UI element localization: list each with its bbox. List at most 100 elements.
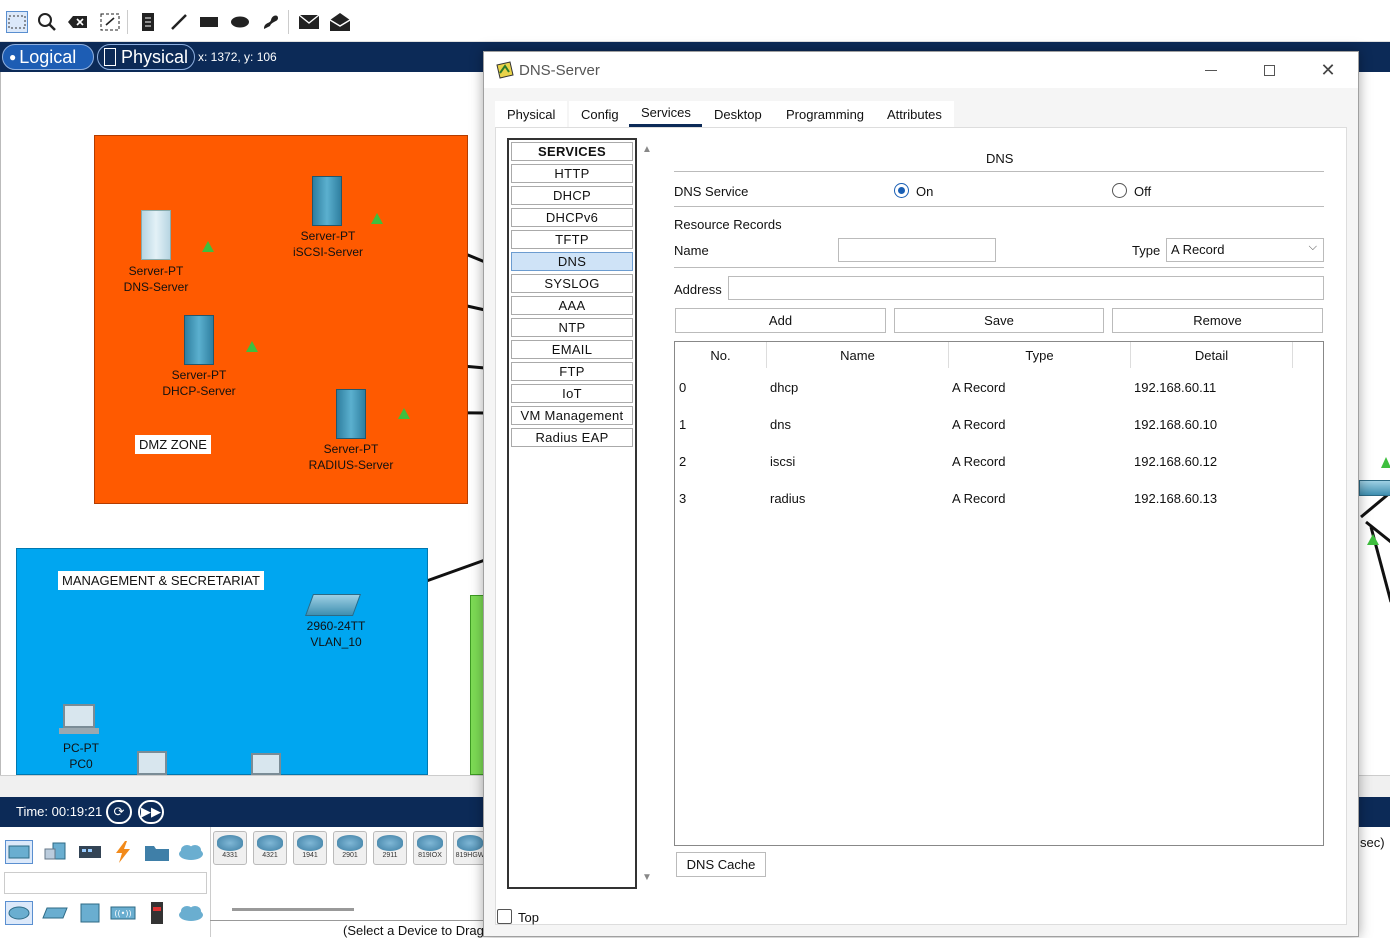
resize-icon[interactable] — [99, 11, 121, 33]
router-tile[interactable]: 2911 — [373, 831, 407, 865]
name-input[interactable] — [838, 238, 996, 262]
scroll-down-icon[interactable]: ▼ — [642, 872, 652, 883]
save-button[interactable]: Save — [894, 308, 1104, 333]
switch-icon[interactable] — [304, 594, 362, 616]
dns-service-on-radio[interactable] — [894, 183, 909, 198]
wireless-devices-icon[interactable]: ((•)) — [109, 901, 137, 925]
service-item-aaa[interactable]: AAA — [511, 296, 633, 315]
column-no[interactable]: No. — [675, 342, 767, 368]
router-model-label: 819IOX — [418, 852, 442, 859]
note-icon[interactable] — [137, 11, 159, 33]
router-tile[interactable]: 819HGW — [453, 831, 487, 865]
draw-line-icon[interactable] — [168, 11, 190, 33]
miscellaneous-icon[interactable] — [143, 840, 171, 864]
tab-services[interactable]: Services — [629, 101, 703, 127]
hubs-icon[interactable] — [76, 901, 104, 925]
switch-type: 2960-24TT — [306, 619, 366, 633]
pc-type: PC-PT — [63, 741, 99, 755]
service-item-iot[interactable]: IoT — [511, 384, 633, 403]
table-row[interactable]: 2 iscsi A Record 192.168.60.12 — [675, 452, 1323, 472]
power-cycle-button[interactable]: ⟳ — [106, 800, 132, 824]
cell-no: 3 — [679, 491, 687, 506]
router-icon — [297, 835, 323, 851]
column-type[interactable]: Type — [949, 342, 1131, 368]
complex-pdu-icon[interactable] — [329, 11, 351, 33]
router-tile[interactable]: 819IOX — [413, 831, 447, 865]
table-row[interactable]: 1 dns A Record 192.168.60.10 — [675, 415, 1323, 435]
cell-type: A Record — [952, 491, 1006, 506]
service-item-dns[interactable]: DNS — [511, 252, 633, 271]
services-scrollbar[interactable]: ▲ ▼ — [638, 138, 656, 889]
service-item-syslog[interactable]: SYSLOG — [511, 274, 633, 293]
switches-icon[interactable] — [41, 901, 69, 925]
routers-icon[interactable] — [5, 901, 33, 925]
close-button[interactable]: ✕ — [1308, 58, 1348, 82]
pc1-icon[interactable] — [137, 751, 167, 775]
components-icon[interactable] — [76, 840, 104, 864]
service-item-vm-management[interactable]: VM Management — [511, 406, 633, 425]
remove-button[interactable]: Remove — [1112, 308, 1323, 333]
service-item-ftp[interactable]: FTP — [511, 362, 633, 381]
delete-icon[interactable] — [67, 11, 89, 33]
cell-name: iscsi — [770, 454, 796, 469]
tab-desktop[interactable]: Desktop — [702, 101, 774, 127]
router-model-label: 2911 — [382, 852, 398, 859]
tab-physical[interactable]: Physical — [495, 101, 568, 127]
scroll-up-icon[interactable]: ▲ — [642, 144, 652, 155]
minimize-icon — [1205, 69, 1217, 71]
draw-ellipse-icon[interactable] — [229, 11, 251, 33]
window-titlebar[interactable]: DNS-Server ✕ — [484, 52, 1358, 88]
device-search-field[interactable] — [4, 872, 207, 894]
zoom-icon[interactable] — [36, 11, 58, 33]
table-row[interactable]: 3 radius A Record 192.168.60.13 — [675, 489, 1323, 509]
router-tile[interactable]: 4331 — [213, 831, 247, 865]
select-icon[interactable] — [6, 11, 28, 33]
multiuser-icon[interactable] — [177, 840, 205, 864]
freeform-icon[interactable] — [260, 11, 282, 33]
service-item-dhcpv6[interactable]: DHCPv6 — [511, 208, 633, 227]
simple-pdu-icon[interactable] — [298, 11, 320, 33]
connections-icon[interactable] — [109, 840, 137, 864]
dns-cache-button[interactable]: DNS Cache — [676, 852, 766, 877]
router-tile[interactable]: 2901 — [333, 831, 367, 865]
type-select[interactable]: A Record ⌵ — [1166, 238, 1324, 262]
column-detail[interactable]: Detail — [1131, 342, 1293, 368]
service-item-radius-eap[interactable]: Radius EAP — [511, 428, 633, 447]
pc-icon[interactable] — [63, 704, 95, 728]
logical-label: Logical — [19, 46, 77, 67]
network-devices-icon[interactable] — [5, 840, 33, 864]
physical-mode-button[interactable]: Physical — [97, 44, 195, 70]
pc2-icon[interactable] — [251, 753, 281, 775]
dns-service-off-radio[interactable] — [1112, 183, 1127, 198]
top-checkbox[interactable] — [497, 909, 512, 924]
router-tile[interactable]: 1941 — [293, 831, 327, 865]
tab-attributes[interactable]: Attributes — [875, 101, 954, 127]
pc-label: PC-PT PC0 — [41, 740, 121, 772]
logical-mode-button[interactable]: ● Logical — [2, 44, 94, 70]
service-item-dhcp[interactable]: DHCP — [511, 186, 633, 205]
draw-rectangle-icon[interactable] — [198, 11, 220, 33]
service-item-ntp[interactable]: NTP — [511, 318, 633, 337]
service-item-tftp[interactable]: TFTP — [511, 230, 633, 249]
tab-programming[interactable]: Programming — [774, 101, 877, 127]
security-icon[interactable] — [143, 901, 171, 925]
fast-forward-button[interactable]: ▶▶ — [138, 800, 164, 824]
add-button[interactable]: Add — [675, 308, 886, 333]
service-item-http[interactable]: HTTP — [511, 164, 633, 183]
tab-config[interactable]: Config — [569, 101, 631, 127]
router-list-scrollbar[interactable] — [232, 908, 354, 911]
column-name[interactable]: Name — [767, 342, 949, 368]
cell-name: radius — [770, 491, 806, 506]
dns-server-window[interactable]: DNS-Server ✕ Physical Config Services De… — [483, 51, 1359, 937]
physical-icon — [104, 48, 116, 66]
minimize-button[interactable] — [1191, 58, 1231, 82]
router-tile[interactable]: 4321 — [253, 831, 287, 865]
address-input[interactable] — [728, 276, 1324, 300]
table-row[interactable]: 0 dhcp A Record 192.168.60.11 — [675, 378, 1323, 398]
right-switch-icon[interactable] — [1359, 480, 1390, 496]
end-devices-icon[interactable] — [41, 840, 69, 864]
wan-emulation-icon[interactable] — [177, 901, 205, 925]
maximize-button[interactable] — [1249, 58, 1289, 82]
service-item-email[interactable]: EMAIL — [511, 340, 633, 359]
maximize-icon — [1263, 64, 1275, 76]
